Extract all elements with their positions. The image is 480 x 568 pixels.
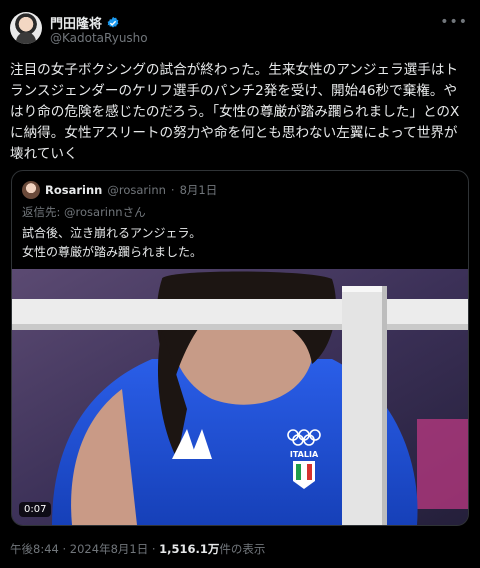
video-duration-badge: 0:07	[19, 502, 52, 517]
quoted-tweet[interactable]: Rosarinn @rosarinn · 8月1日 返信先: @rosarinn…	[11, 170, 469, 526]
quoted-tweet-header: Rosarinn @rosarinn · 8月1日	[22, 181, 217, 199]
author-name-line: 門田隆将	[50, 13, 120, 32]
author-handle[interactable]: @KadotaRyusho	[50, 31, 148, 45]
view-count-label: 件の表示	[219, 542, 266, 556]
author-display-name[interactable]: 門田隆将	[50, 13, 102, 32]
quoted-date: 8月1日	[179, 183, 218, 197]
meta-separator-2: ·	[151, 542, 156, 556]
video-thumbnail[interactable]: ITALIA 0:07	[12, 269, 468, 525]
verified-badge-icon	[107, 16, 119, 27]
reply-to-label: 返信先: @rosarinnさん	[22, 205, 146, 219]
quoted-author-name: Rosarinn	[45, 183, 103, 197]
tweet-meta: 午後8:44 · 2024年8月1日 · 1,516.1万件の表示	[10, 541, 265, 557]
quoted-author-avatar	[22, 181, 40, 199]
tweet-header: 門田隆将 @KadotaRyusho •••	[10, 10, 470, 50]
view-count: 1,516.1万	[159, 542, 220, 556]
meta-separator-1: ·	[62, 542, 67, 556]
tweet-text: 注目の女子ボクシングの試合が終わった。生来女性のアンジェラ選手はトランスジェンダ…	[10, 62, 460, 162]
video-scene: ITALIA	[12, 269, 468, 525]
quoted-tweet-text: 試合後、泣き崩れるアンジェラ。 女性の尊厳が踏み躙られました。	[22, 226, 203, 259]
tweet-time[interactable]: 午後8:44	[10, 542, 59, 556]
quoted-separator: ·	[170, 183, 175, 197]
jersey-text: ITALIA	[290, 450, 319, 459]
author-avatar[interactable]	[10, 12, 42, 44]
more-options-icon[interactable]: •••	[440, 14, 468, 30]
quoted-author-handle: @rosarinn	[107, 183, 166, 197]
tweet-date[interactable]: 2024年8月1日	[70, 542, 148, 556]
